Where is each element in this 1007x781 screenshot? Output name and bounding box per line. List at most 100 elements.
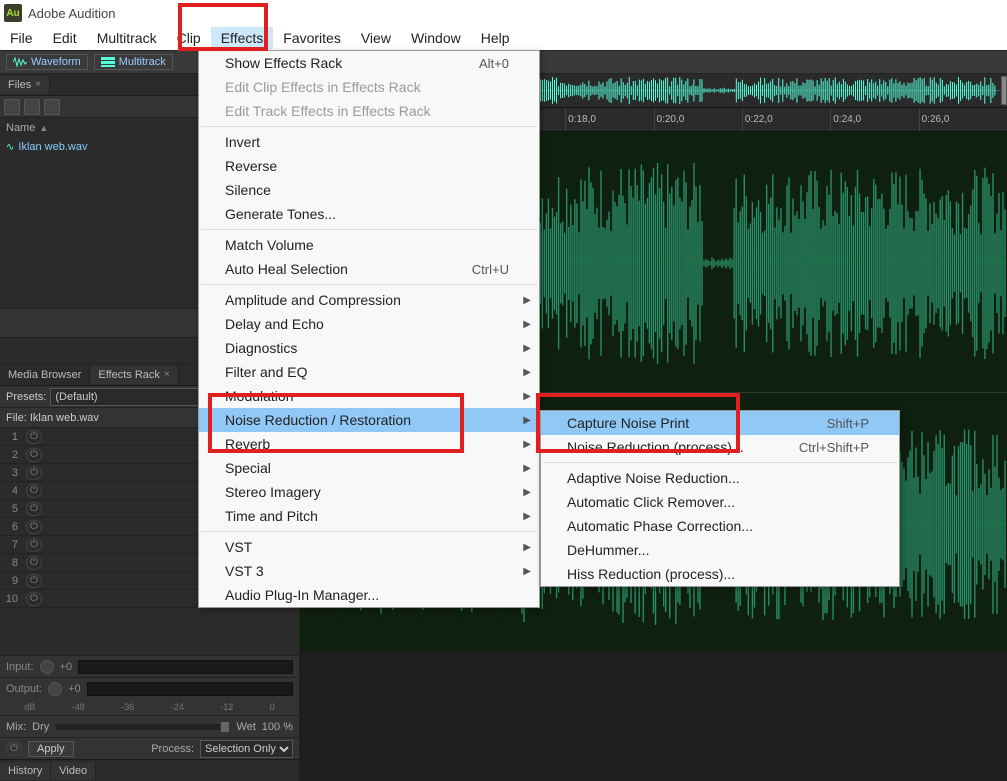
- tab-media-browser[interactable]: Media Browser: [0, 366, 90, 384]
- title-bar: Au Adobe Audition: [0, 0, 1007, 26]
- menu-item-capture-noise-print[interactable]: Capture Noise PrintShift+P: [541, 411, 899, 435]
- slot-power-icon[interactable]: ⏻: [26, 538, 42, 552]
- menu-file[interactable]: File: [0, 27, 43, 49]
- menu-item-modulation[interactable]: Modulation▶: [199, 384, 539, 408]
- chevron-right-icon: ▶: [523, 487, 531, 498]
- input-label: Input:: [6, 661, 34, 673]
- menu-item-diagnostics[interactable]: Diagnostics▶: [199, 336, 539, 360]
- process-select[interactable]: Selection Only: [200, 740, 293, 758]
- close-icon[interactable]: ×: [35, 79, 41, 90]
- ruler-tick: 0:20,0: [654, 108, 742, 131]
- menu-item-reverse[interactable]: Reverse: [199, 154, 539, 178]
- tab-history[interactable]: History: [0, 762, 51, 780]
- chevron-right-icon: ▶: [523, 319, 531, 330]
- apply-button[interactable]: Apply: [28, 741, 74, 757]
- input-meter: [78, 660, 293, 674]
- menu-item-filter-and-eq[interactable]: Filter and EQ▶: [199, 360, 539, 384]
- app-title: Adobe Audition: [28, 6, 115, 21]
- menu-item-audio-plug-in-manager[interactable]: Audio Plug-In Manager...: [199, 583, 539, 607]
- rack-power-icon[interactable]: ⏻: [6, 742, 22, 756]
- menu-item-automatic-click-remover[interactable]: Automatic Click Remover...: [541, 490, 899, 514]
- mix-value: 100 %: [262, 721, 293, 733]
- waveform-mode-button[interactable]: Waveform: [6, 54, 88, 70]
- output-meter: [87, 682, 293, 696]
- noise-reduction-submenu[interactable]: Capture Noise PrintShift+PNoise Reductio…: [540, 410, 900, 587]
- menu-clip[interactable]: Clip: [167, 27, 211, 49]
- effects-menu[interactable]: Show Effects RackAlt+0Edit Clip Effects …: [198, 50, 540, 608]
- input-row: Input: +0: [0, 655, 299, 677]
- chevron-right-icon: ▶: [523, 463, 531, 474]
- menu-item-invert[interactable]: Invert: [199, 130, 539, 154]
- menu-view[interactable]: View: [351, 27, 401, 49]
- slot-power-icon[interactable]: ⏻: [26, 520, 42, 534]
- menu-multitrack[interactable]: Multitrack: [87, 27, 167, 49]
- mix-slider[interactable]: [55, 724, 230, 730]
- slot-power-icon[interactable]: ⏻: [26, 592, 42, 606]
- menu-item-dehummer[interactable]: DeHummer...: [541, 538, 899, 562]
- menu-help[interactable]: Help: [471, 27, 520, 49]
- files-tab[interactable]: Files ×: [0, 76, 50, 94]
- menu-edit[interactable]: Edit: [43, 27, 87, 49]
- menu-item-silence[interactable]: Silence: [199, 178, 539, 202]
- slot-power-icon[interactable]: ⏻: [26, 502, 42, 516]
- close-icon[interactable]: ×: [164, 369, 170, 380]
- menu-window[interactable]: Window: [401, 27, 471, 49]
- menu-item-show-effects-rack[interactable]: Show Effects RackAlt+0: [199, 51, 539, 75]
- presets-label: Presets:: [6, 391, 46, 403]
- output-label: Output:: [6, 683, 42, 695]
- menu-item-automatic-phase-correction[interactable]: Automatic Phase Correction...: [541, 514, 899, 538]
- menu-item-delay-and-echo[interactable]: Delay and Echo▶: [199, 312, 539, 336]
- waveform-label: Waveform: [31, 56, 81, 68]
- menu-favorites[interactable]: Favorites: [273, 27, 351, 49]
- db-tick: -24: [171, 702, 184, 712]
- app-icon: Au: [4, 4, 22, 22]
- tab-effects-rack[interactable]: Effects Rack ×: [90, 366, 178, 384]
- chevron-right-icon: ▶: [523, 511, 531, 522]
- mix-wet-label: Wet: [236, 721, 255, 733]
- overview-handle-right[interactable]: [1001, 76, 1007, 105]
- menu-item-adaptive-noise-reduction[interactable]: Adaptive Noise Reduction...: [541, 466, 899, 490]
- menu-item-match-volume[interactable]: Match Volume: [199, 233, 539, 257]
- slot-power-icon[interactable]: ⏻: [26, 466, 42, 480]
- slot-power-icon[interactable]: ⏻: [26, 448, 42, 462]
- menu-item-reverb[interactable]: Reverb▶: [199, 432, 539, 456]
- menu-item-hiss-reduction-process[interactable]: Hiss Reduction (process)...: [541, 562, 899, 586]
- slot-power-icon[interactable]: ⏻: [26, 556, 42, 570]
- menu-item-amplitude-and-compression[interactable]: Amplitude and Compression▶: [199, 288, 539, 312]
- db-tick: 0: [270, 702, 275, 712]
- ruler-tick: 0:18,0: [565, 108, 653, 131]
- sort-up-icon[interactable]: ▲: [39, 123, 48, 133]
- input-value: +0: [60, 661, 73, 673]
- output-knob[interactable]: [48, 682, 62, 696]
- chevron-right-icon: ▶: [523, 566, 531, 577]
- menu-item-vst-3[interactable]: VST 3▶: [199, 559, 539, 583]
- slot-power-icon[interactable]: ⏻: [26, 484, 42, 498]
- chevron-right-icon: ▶: [523, 295, 531, 306]
- mix-label: Mix:: [6, 721, 26, 733]
- menu-item-vst[interactable]: VST▶: [199, 535, 539, 559]
- files-tab-label: Files: [8, 79, 31, 91]
- menu-effects[interactable]: Effects: [211, 27, 274, 49]
- slot-power-icon[interactable]: ⏻: [26, 574, 42, 588]
- db-tick: -12: [220, 702, 233, 712]
- menu-item-noise-reduction-process[interactable]: Noise Reduction (process)...Ctrl+Shift+P: [541, 435, 899, 459]
- apply-row: ⏻ Apply Process: Selection Only: [0, 737, 299, 759]
- open-file-icon[interactable]: [4, 99, 20, 115]
- menu-item-special[interactable]: Special▶: [199, 456, 539, 480]
- tab-video[interactable]: Video: [51, 762, 96, 780]
- menu-item-stereo-imagery[interactable]: Stereo Imagery▶: [199, 480, 539, 504]
- menu-item-generate-tones[interactable]: Generate Tones...: [199, 202, 539, 226]
- menu-item-noise-reduction-restoration[interactable]: Noise Reduction / Restoration▶: [199, 408, 539, 432]
- ruler-tick: 0:26,0: [919, 108, 1007, 131]
- import-icon[interactable]: [44, 99, 60, 115]
- menu-item-auto-heal-selection[interactable]: Auto Heal SelectionCtrl+U: [199, 257, 539, 281]
- input-knob[interactable]: [40, 660, 54, 674]
- chevron-right-icon: ▶: [523, 542, 531, 553]
- new-file-icon[interactable]: [24, 99, 40, 115]
- ruler-tick: 0:24,0: [830, 108, 918, 131]
- column-name[interactable]: Name: [6, 122, 35, 134]
- menu-item-time-and-pitch[interactable]: Time and Pitch▶: [199, 504, 539, 528]
- multitrack-mode-button[interactable]: Multitrack: [94, 54, 173, 70]
- slot-power-icon[interactable]: ⏻: [26, 430, 42, 444]
- bottom-tabs: HistoryVideo: [0, 759, 299, 781]
